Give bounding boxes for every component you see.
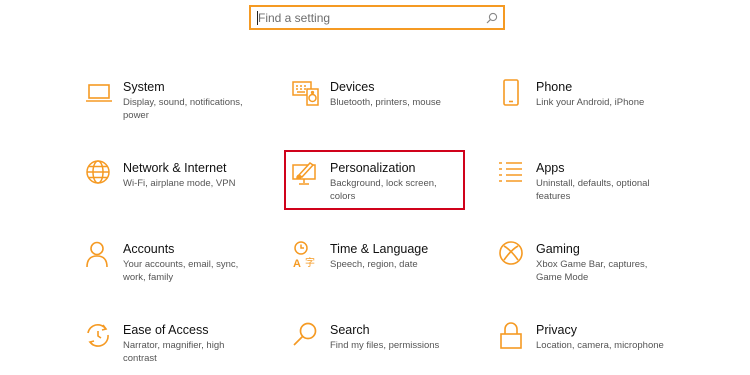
tile-title: Gaming bbox=[536, 242, 580, 256]
ease-of-access-icon bbox=[85, 322, 113, 350]
tile-title: Personalization bbox=[330, 161, 416, 175]
tile-title: Accounts bbox=[123, 242, 175, 256]
tile-description: Narrator, magnifier, high contrast bbox=[123, 340, 225, 364]
tile-accounts[interactable]: Accounts Your accounts, email, sync, wor… bbox=[85, 241, 285, 301]
xbox-icon bbox=[498, 241, 526, 269]
tile-devices[interactable]: Devices Bluetooth, printers, mouse bbox=[292, 79, 492, 139]
tile-description: Uninstall, defaults, optional features bbox=[536, 178, 650, 202]
tile-title: Privacy bbox=[536, 323, 577, 337]
tile-apps[interactable]: Apps Uninstall, defaults, optional featu… bbox=[498, 160, 698, 220]
keyboard-speaker-icon bbox=[292, 79, 320, 107]
globe-icon bbox=[85, 160, 113, 188]
tile-phone[interactable]: Phone Link your Android, iPhone bbox=[498, 79, 698, 139]
tile-title: System bbox=[123, 80, 165, 94]
tile-description: Your accounts, email, sync, work, family bbox=[123, 259, 239, 283]
tile-description: Speech, region, date bbox=[330, 259, 418, 270]
tile-title: Search bbox=[330, 323, 370, 337]
tile-description: Location, camera, microphone bbox=[536, 340, 664, 351]
search-icon[interactable] bbox=[481, 7, 503, 28]
tile-title: Network & Internet bbox=[123, 161, 227, 175]
tile-description: Xbox Game Bar, captures, Game Mode bbox=[536, 259, 648, 283]
tile-time-language[interactable]: A字 Time & Language Speech, region, date bbox=[292, 241, 492, 301]
tile-personalization[interactable]: Personalization Background, lock screen,… bbox=[292, 160, 492, 220]
tile-title: Devices bbox=[330, 80, 375, 94]
phone-icon bbox=[498, 79, 526, 107]
tile-ease-of-access[interactable]: Ease of Access Narrator, magnifier, high… bbox=[85, 322, 285, 375]
tile-title: Time & Language bbox=[330, 242, 429, 256]
tile-gaming[interactable]: Gaming Xbox Game Bar, captures, Game Mod… bbox=[498, 241, 698, 301]
svg-text:字: 字 bbox=[305, 256, 315, 269]
paint-monitor-icon bbox=[292, 160, 320, 188]
person-icon bbox=[85, 241, 113, 269]
tile-title: Ease of Access bbox=[123, 323, 209, 337]
tile-search[interactable]: Search Find my files, permissions bbox=[292, 322, 492, 375]
tile-description: Find my files, permissions bbox=[330, 340, 440, 351]
apps-list-icon bbox=[498, 160, 526, 188]
text-caret bbox=[257, 11, 258, 25]
tile-description: Link your Android, iPhone bbox=[536, 97, 645, 108]
tile-privacy[interactable]: Privacy Location, camera, microphone bbox=[498, 322, 698, 375]
tile-description: Background, lock screen, colors bbox=[330, 178, 437, 202]
tile-description: Wi-Fi, airplane mode, VPN bbox=[123, 178, 236, 189]
tile-description: Bluetooth, printers, mouse bbox=[330, 97, 441, 108]
lock-icon bbox=[498, 322, 526, 350]
tile-title: Phone bbox=[536, 80, 573, 94]
tile-system[interactable]: System Display, sound, notifications, po… bbox=[85, 79, 285, 139]
search-icon bbox=[292, 322, 320, 350]
tile-network-internet[interactable]: Network & Internet Wi-Fi, airplane mode,… bbox=[85, 160, 285, 220]
search-input[interactable] bbox=[251, 7, 481, 28]
svg-text:A: A bbox=[293, 258, 301, 269]
tile-title: Apps bbox=[536, 161, 565, 175]
settings-search-box[interactable] bbox=[249, 5, 505, 30]
tile-description: Display, sound, notifications, power bbox=[123, 97, 243, 121]
time-language-icon: A字 bbox=[292, 241, 320, 269]
laptop-icon bbox=[85, 79, 113, 107]
